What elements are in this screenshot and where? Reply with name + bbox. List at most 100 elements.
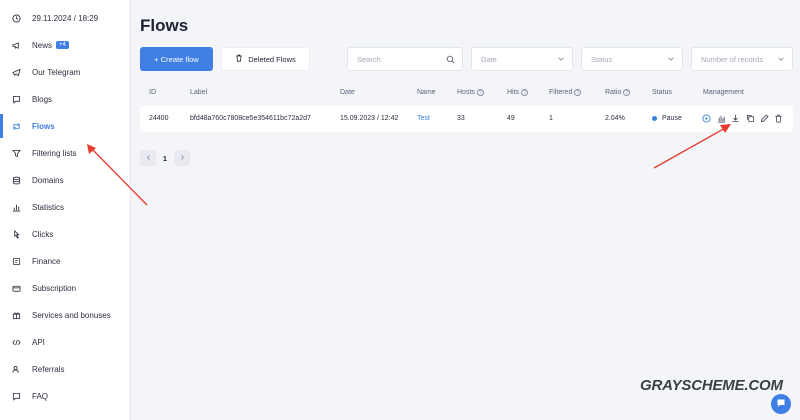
records-select[interactable]: Number of records [691,47,793,71]
header-filtered-label: Filtered [549,89,573,96]
header-date: Date [340,89,355,96]
chevron-down-icon [557,55,565,65]
header-hits: Hits? [507,89,529,96]
search-input[interactable] [357,54,447,64]
header-ratio: Ratio? [605,89,631,96]
cell-filtered: 1 [549,115,553,122]
sidebar-item-news[interactable]: News +4 [0,33,131,57]
faq-icon [0,392,32,401]
header-hits-label: Hits [507,89,520,96]
sidebar-item-domains[interactable]: Domains [0,168,131,192]
cell-date: 15.09.2023 / 12:42 [340,115,399,122]
date-placeholder: Date [481,54,497,64]
sidebar-item-api[interactable]: API [0,330,131,354]
clock-icon [0,13,32,23]
header-id: ID [149,89,156,96]
header-management: Management [703,89,744,96]
chevron-right-icon [179,154,186,163]
edit-icon[interactable] [759,113,770,124]
flows-icon [0,122,32,131]
sidebar-item-services[interactable]: Services and bonuses [0,303,131,327]
card-icon [0,284,32,293]
sidebar-item-referrals[interactable]: Referrals [0,357,131,381]
help-icon[interactable]: ? [476,89,484,96]
chevron-left-icon [145,154,152,163]
status-placeholder: Status [591,54,613,64]
deleted-flows-label: Deleted Flows [248,54,296,64]
chevron-down-icon [775,55,785,65]
cell-ratio: 2.04% [605,115,625,122]
filter-icon [0,149,32,158]
date-select[interactable]: Date [471,47,573,71]
header-label: Label [190,89,208,96]
header-status: Status [652,89,672,96]
cell-name-link[interactable]: Test [417,115,430,122]
create-flow-button[interactable]: + Create flow [140,47,213,71]
sidebar-item-label: Services and bonuses [32,310,111,320]
page-title: Flows [140,16,189,35]
sidebar-item-label: Clicks [32,229,54,239]
status-text: Pause [662,115,682,122]
pagination-next-button[interactable] [174,150,190,166]
sidebar-item-label: FAQ [32,391,49,401]
copy-icon[interactable] [745,113,756,124]
cell-label: bfd48a760c7808ce5e354611bc72a2d7 [190,115,311,122]
play-icon[interactable] [701,113,712,124]
sidebar-item-label: Our Telegram [32,67,81,77]
sidebar-item-filtering-lists[interactable]: Filtering lists [0,141,131,165]
users-icon [0,365,32,374]
sidebar-item-blogs[interactable]: Blogs [0,87,131,111]
sidebar-item-label: Referrals [32,364,65,374]
download-icon[interactable] [730,113,741,124]
help-icon[interactable]: ? [623,89,631,96]
sidebar-item-subscription[interactable]: Subscription [0,276,131,300]
header-hosts-label: Hosts [457,89,475,96]
status-select[interactable]: Status [581,47,683,71]
finance-icon [0,257,32,266]
chevron-down-icon [667,55,675,65]
sidebar-item-label: API [32,337,45,347]
sidebar-item-telegram[interactable]: Our Telegram [0,60,131,84]
sidebar-item-flows[interactable]: Flows [0,114,131,138]
telegram-icon [0,68,32,77]
sidebar-item-faq[interactable]: FAQ [0,384,131,408]
search-icon[interactable] [446,55,455,66]
sidebar-item-statistics[interactable]: Statistics [0,195,131,219]
sidebar-item-label: Subscription [32,283,77,293]
search-field[interactable] [347,47,463,71]
watermark: GRAYSCHEME.COM [640,377,783,394]
cell-status: Pause [652,115,682,122]
news-badge: +4 [56,41,69,49]
pointer-icon [0,229,32,239]
help-icon[interactable]: ? [574,89,582,96]
sidebar-item-label: Blogs [32,94,53,104]
cell-hosts: 33 [457,115,465,122]
megaphone-icon [0,41,32,50]
sidebar-item-label: Filtering lists [32,148,77,158]
sidebar-item-label: Finance [32,256,61,266]
delete-icon[interactable] [773,113,784,124]
header-filtered: Filtered? [549,89,582,96]
sidebar-item-finance[interactable]: Finance [0,249,131,273]
header-hosts: Hosts? [457,89,484,96]
code-icon [0,338,32,347]
sidebar-item-label: Statistics [32,202,65,212]
pagination-page-current[interactable]: 1 [157,150,173,166]
chat-support-button[interactable] [771,394,791,414]
deleted-flows-button[interactable]: Deleted Flows [221,47,310,71]
sidebar-item-label: News [32,40,53,50]
stats-icon[interactable] [716,113,727,124]
pagination-prev-button[interactable] [140,150,156,166]
help-icon[interactable]: ? [521,89,529,96]
domains-icon [0,176,32,185]
records-placeholder: Number of records [701,54,764,64]
status-dot [652,115,657,121]
sidebar-datetime: 29.11.2024 / 18:29 [0,6,131,30]
sidebar-item-label: Domains [32,175,64,185]
bar-chart-icon [0,203,32,212]
chat-bubble-icon [776,395,786,413]
gift-icon [0,311,32,320]
sidebar-item-clicks[interactable]: Clicks [0,222,131,246]
sidebar: 29.11.2024 / 18:29 News +4 Our Telegram … [0,0,131,420]
sidebar-item-label: Flows [32,121,55,131]
